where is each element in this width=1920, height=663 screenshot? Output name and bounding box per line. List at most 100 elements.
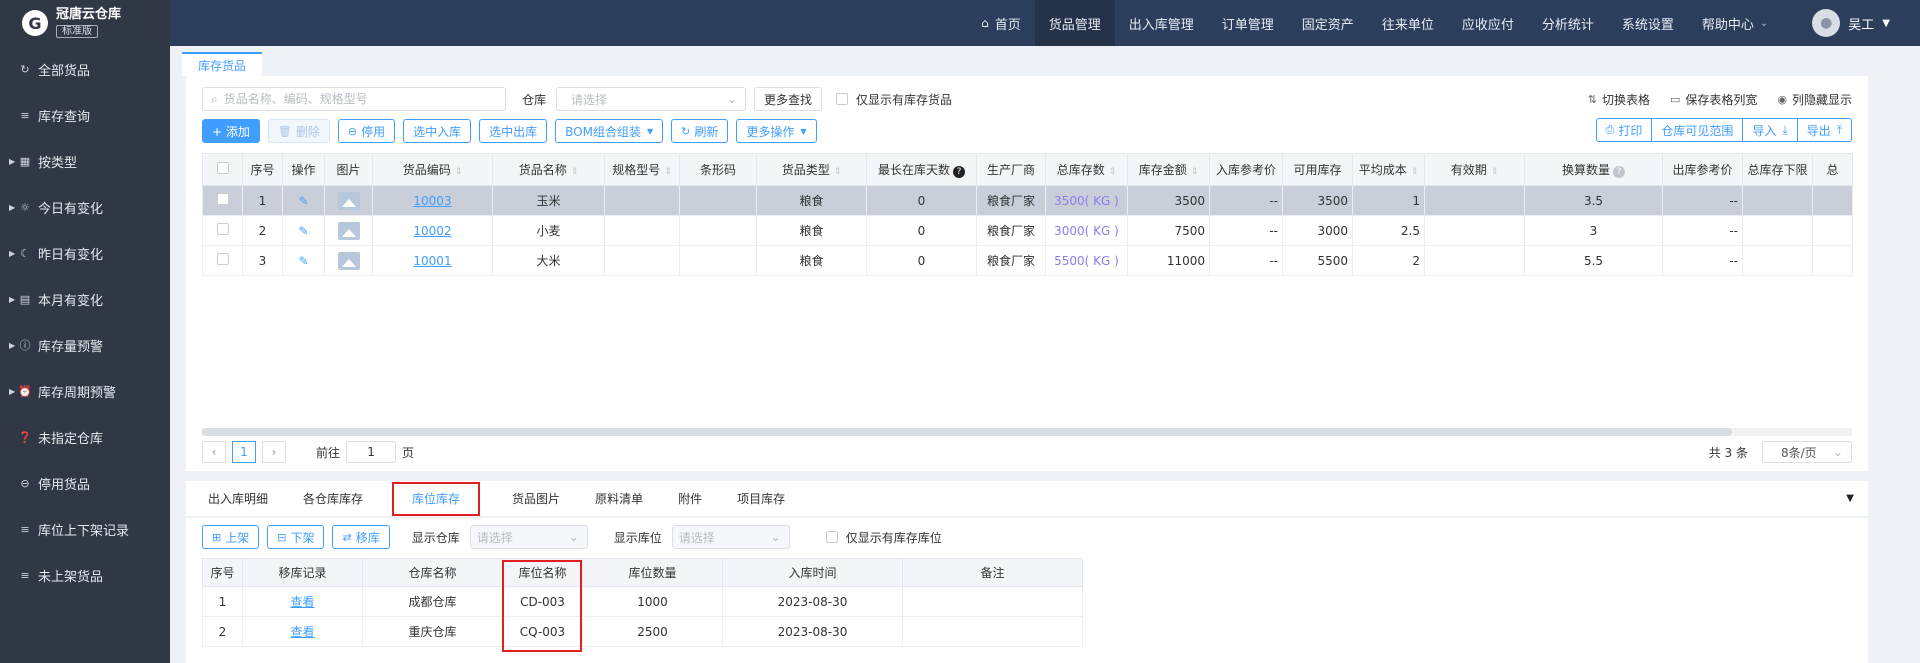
nav-item-0[interactable]: ⌂ 首页 xyxy=(967,0,1035,46)
sidebar-item-1[interactable]: ≡ 库存查询 xyxy=(0,92,170,138)
column-header[interactable]: 总库存数 ⇕ xyxy=(1045,153,1128,186)
nav-item-5[interactable]: 往来单位 xyxy=(1368,0,1448,46)
selected-in-button[interactable]: 选中入库 xyxy=(403,119,472,143)
warehouse-scope-button[interactable]: 仓库可见范围 xyxy=(1652,118,1744,142)
column-header[interactable]: 入库参考价 xyxy=(1209,153,1283,186)
sidebar-item-0[interactable]: ↻ 全部货品 xyxy=(0,46,170,92)
goto-page-input[interactable]: 1 xyxy=(346,441,397,463)
horizontal-scrollbar[interactable] xyxy=(202,428,1852,436)
sidebar-item-6[interactable]: ▶ ⓘ 库存量预警 xyxy=(0,322,170,368)
subtab-0[interactable]: 出入库明细 xyxy=(196,481,291,517)
export-button[interactable]: 导出 ⤒ xyxy=(1797,118,1852,142)
column-header[interactable]: 序号 xyxy=(242,153,283,186)
more-actions-button[interactable]: 更多操作 ▼ xyxy=(736,119,817,143)
sort-icon[interactable]: ⇕ xyxy=(834,167,842,177)
subtab-5[interactable]: 附件 xyxy=(666,481,725,517)
tool-1[interactable]: ▭ 保存表格列宽 xyxy=(1670,91,1757,108)
column-header[interactable]: 有效期 ⇕ xyxy=(1424,153,1525,186)
shelf-down-button[interactable]: ⊟ 下架 xyxy=(267,525,325,549)
column-header[interactable]: 平均成本 ⇕ xyxy=(1352,153,1425,186)
nav-item-1[interactable]: 货品管理 xyxy=(1034,0,1115,46)
total-stock-link[interactable]: 5500( KG ) xyxy=(1054,254,1119,268)
sidebar-item-5[interactable]: ▶ ▤ 本月有变化 xyxy=(0,276,170,322)
nav-item-7[interactable]: 分析统计 xyxy=(1528,0,1608,46)
page-size-select[interactable]: 8条/页 ⌄ xyxy=(1762,441,1852,463)
only-stock-location-checkbox[interactable]: 仅显示有库存库位 xyxy=(825,529,942,546)
column-header[interactable]: 操作 xyxy=(282,153,325,186)
move-button[interactable]: ⇄ 移库 xyxy=(332,525,390,549)
column-header[interactable]: 库存金额 ⇕ xyxy=(1127,153,1210,186)
column-header[interactable]: 图片 xyxy=(324,153,373,186)
tab-inventory-goods[interactable]: 库存货品 xyxy=(182,52,263,76)
refresh-button[interactable]: ↻ 刷新 xyxy=(671,119,729,143)
goods-code-link[interactable]: 10001 xyxy=(413,254,451,268)
sort-icon[interactable]: ⇕ xyxy=(1109,167,1117,177)
image-icon[interactable] xyxy=(337,191,360,210)
sort-icon[interactable]: ⇕ xyxy=(1411,167,1419,177)
sidebar-item-11[interactable]: ≡ 未上架货品 xyxy=(0,552,170,598)
print-button[interactable]: ⎙ 打印 xyxy=(1595,118,1653,142)
search-box[interactable]: ⌕ xyxy=(202,87,506,111)
edit-icon[interactable]: ✎ xyxy=(298,224,308,238)
question-icon[interactable]: ? xyxy=(953,166,965,178)
sort-icon[interactable]: ⇕ xyxy=(455,167,463,177)
total-stock-link[interactable]: 3000( KG ) xyxy=(1054,224,1119,238)
sort-icon[interactable]: ⇕ xyxy=(1191,167,1199,177)
show-location-select[interactable]: 请选择 ⌄ xyxy=(671,525,790,549)
sidebar-item-4[interactable]: ▶ ☾ 昨日有变化 xyxy=(0,230,170,276)
more-search-button[interactable]: 更多查找 xyxy=(754,87,823,111)
column-header[interactable]: 总 xyxy=(1812,153,1853,186)
column-header[interactable]: 条形码 xyxy=(679,153,757,186)
subtab-6[interactable]: 项目库存 xyxy=(725,481,808,517)
column-header[interactable]: 换算数量? xyxy=(1524,153,1663,186)
column-header[interactable]: 生产厂商 xyxy=(976,153,1046,186)
bom-button[interactable]: BOM组合组装 ▼ xyxy=(555,119,664,143)
disable-button[interactable]: ⊖ 停用 xyxy=(337,119,396,143)
image-icon[interactable] xyxy=(337,221,360,240)
select-all-cell[interactable] xyxy=(202,153,243,186)
table-row[interactable]: 1 ✎ 10003 玉米 粮食 0 粮食厂家 3500( KG ) 3500 -- 3500 1 3.5… xyxy=(202,185,1853,216)
column-header[interactable]: 可用库存 xyxy=(1282,153,1353,186)
nav-item-9[interactable]: 帮助中心 ⌄ xyxy=(1688,0,1782,46)
sidebar-item-9[interactable]: ⊖ 停用货品 xyxy=(0,460,170,506)
tool-2[interactable]: ◉ 列隐藏显示 xyxy=(1777,91,1852,108)
column-header[interactable]: 规格型号 ⇕ xyxy=(604,153,680,186)
view-move-record-link[interactable]: 查看 xyxy=(290,595,314,609)
sidebar-item-2[interactable]: ▶ ▦ 按类型 xyxy=(0,138,170,184)
nav-item-4[interactable]: 固定资产 xyxy=(1288,0,1368,46)
add-button[interactable]: + 添加 xyxy=(202,119,260,143)
sidebar-item-3[interactable]: ▶ ☼ 今日有变化 xyxy=(0,184,170,230)
row-checkbox-cell[interactable] xyxy=(202,245,243,276)
image-icon[interactable] xyxy=(337,251,360,270)
column-header[interactable]: 出库参考价 xyxy=(1662,153,1743,186)
tool-0[interactable]: ⇅ 切换表格 xyxy=(1588,91,1650,108)
nav-item-3[interactable]: 订单管理 xyxy=(1208,0,1288,46)
goods-code-link[interactable]: 10002 xyxy=(413,224,451,238)
import-button[interactable]: 导入 ⤓ xyxy=(1743,118,1798,142)
subtab-4[interactable]: 原料清单 xyxy=(583,481,666,517)
table-cell[interactable]: ✎ xyxy=(282,185,325,216)
collapse-icon[interactable]: ▼ xyxy=(1846,493,1854,504)
table-cell[interactable]: ✎ xyxy=(282,245,325,276)
warehouse-select[interactable]: 请选择 ⌄ xyxy=(556,87,747,111)
info-icon[interactable]: ? xyxy=(1613,166,1625,178)
nav-item-8[interactable]: 系统设置 xyxy=(1608,0,1688,46)
subtab-2[interactable]: 库位库存 xyxy=(392,481,481,516)
row-checkbox-cell[interactable] xyxy=(202,185,243,216)
selected-out-button[interactable]: 选中出库 xyxy=(479,119,548,143)
sidebar-item-8[interactable]: ❓ 未指定仓库 xyxy=(0,414,170,460)
only-stock-checkbox[interactable]: 仅显示有库存货品 xyxy=(836,91,952,108)
column-header[interactable]: 货品类型 ⇕ xyxy=(756,153,867,186)
table-row[interactable]: 2 ✎ 10002 小麦 粮食 0 粮食厂家 3000( KG ) 7500 -- 3000 2.5 3… xyxy=(202,215,1853,246)
nav-item-2[interactable]: 出入库管理 xyxy=(1115,0,1208,46)
column-header[interactable]: 货品编码 ⇕ xyxy=(372,153,493,186)
column-header[interactable]: 最长在库天数? xyxy=(866,153,977,186)
edit-icon[interactable]: ✎ xyxy=(298,194,308,208)
view-move-record-link[interactable]: 查看 xyxy=(290,625,314,639)
goods-code-link[interactable]: 10003 xyxy=(413,194,451,208)
next-page-button[interactable]: › xyxy=(262,441,286,463)
scrollbar-thumb[interactable] xyxy=(202,428,1732,436)
shelf-up-button[interactable]: ⊞ 上架 xyxy=(202,525,260,549)
sort-icon[interactable]: ⇕ xyxy=(571,167,579,177)
nav-item-6[interactable]: 应收应付 xyxy=(1448,0,1528,46)
